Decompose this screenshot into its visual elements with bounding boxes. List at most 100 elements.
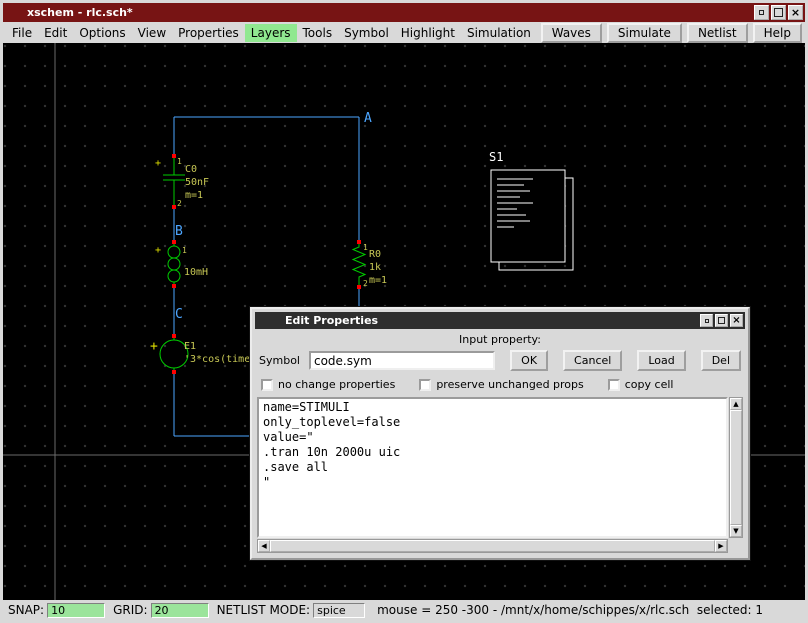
menu-tools[interactable]: Tools — [297, 24, 339, 42]
checkbox-row: no change properties preserve unchanged … — [255, 373, 745, 395]
arrow-right-icon: ▶ — [718, 543, 723, 550]
resistor-pin1: 1 — [363, 243, 368, 252]
node-label-c[interactable]: C — [175, 307, 183, 322]
menu-action-buttons: Waves Simulate Netlist Help — [541, 23, 802, 43]
arrow-up-icon: ▲ — [733, 401, 738, 408]
property-editor: name=STIMULI only_toplevel=false value="… — [255, 395, 745, 555]
close-icon: × — [791, 7, 800, 18]
menu-file[interactable]: File — [6, 24, 38, 42]
resistor-symbol[interactable]: 1 2 R0 1k m=1 — [353, 242, 387, 288]
code-block-name: S1 — [489, 150, 503, 164]
capacitor-pin1: 1 — [177, 157, 182, 166]
capacitor-mult: m=1 — [185, 190, 203, 201]
waves-button[interactable]: Waves — [541, 23, 602, 43]
scroll-up-button[interactable]: ▲ — [730, 398, 742, 410]
maximize-icon — [774, 8, 783, 17]
vertical-scrollbar[interactable]: ▲ ▼ — [729, 397, 743, 538]
preserve-unchanged-props-label: preserve unchanged props — [436, 378, 583, 391]
dialog-minimize-button[interactable] — [700, 314, 713, 327]
titlebar[interactable]: xschem - rlc.sch* × — [3, 3, 805, 22]
menu-properties[interactable]: Properties — [172, 24, 245, 42]
window-controls: × — [754, 5, 803, 20]
scroll-left-button[interactable]: ◀ — [258, 540, 270, 552]
netlist-mode-input[interactable] — [313, 603, 365, 618]
capacitor-plus-mark: + — [155, 158, 161, 169]
maximize-icon — [718, 317, 725, 324]
menu-simulation[interactable]: Simulation — [461, 24, 537, 42]
netlist-mode-label: NETLIST MODE: — [217, 603, 311, 617]
capacitor-value: 50nF — [185, 177, 209, 188]
maximize-button[interactable] — [771, 5, 786, 20]
no-change-properties-label: no change properties — [278, 378, 395, 391]
resistor-value: 1k — [369, 262, 381, 273]
arrow-down-icon: ▼ — [733, 528, 738, 535]
snap-label: SNAP: — [8, 603, 44, 617]
capacitor-name: C0 — [185, 164, 197, 175]
resistor-mult: m=1 — [369, 275, 387, 286]
resistor-pin2: 2 — [363, 279, 368, 288]
capacitor-pin2: 2 — [177, 199, 182, 208]
symbol-row: Symbol OK Cancel Load Del — [255, 348, 745, 373]
input-property-label: Input property: — [255, 329, 745, 348]
source-name: E1 — [184, 341, 196, 352]
no-change-properties-checkbox[interactable] — [261, 379, 273, 391]
menu-highlight[interactable]: Highlight — [395, 24, 461, 42]
copy-cell-label: copy cell — [625, 378, 674, 391]
menu-layers[interactable]: Layers — [245, 24, 297, 42]
inductor-symbol[interactable]: + 1 10mH — [155, 242, 208, 286]
copy-cell-checkbox[interactable] — [608, 379, 620, 391]
symbol-input[interactable] — [309, 351, 495, 370]
scroll-down-button[interactable]: ▼ — [730, 525, 742, 537]
code-block-symbol[interactable]: S1 — [489, 150, 573, 270]
cancel-button[interactable]: Cancel — [563, 350, 622, 371]
arrow-left-icon: ◀ — [261, 543, 266, 550]
minimize-icon — [705, 319, 709, 323]
dialog-maximize-button[interactable] — [715, 314, 728, 327]
simulate-button[interactable]: Simulate — [607, 23, 682, 43]
grid-input[interactable] — [151, 603, 209, 618]
menubar: File Edit Options View Properties Layers… — [3, 22, 805, 43]
dialog-titlebar[interactable]: Edit Properties × — [255, 312, 745, 329]
statusbar: SNAP: GRID: NETLIST MODE: mouse = 250 -3… — [3, 600, 805, 620]
preserve-unchanged-props-option: preserve unchanged props — [419, 378, 583, 391]
load-button[interactable]: Load — [637, 350, 685, 371]
scroll-right-button[interactable]: ▶ — [715, 540, 727, 552]
edit-properties-dialog: Edit Properties × Input property: Symbol… — [250, 307, 750, 560]
resistor-name: R0 — [369, 249, 381, 260]
menu-options[interactable]: Options — [73, 24, 131, 42]
snap-input[interactable] — [47, 603, 105, 618]
menu-symbol[interactable]: Symbol — [338, 24, 395, 42]
node-label-a[interactable]: A — [364, 111, 372, 126]
schematic-canvas[interactable]: A B C + 1 2 C0 50nF m=1 + 1 10mH — [3, 43, 805, 600]
close-button[interactable]: × — [788, 5, 803, 20]
capacitor-symbol[interactable]: + 1 2 C0 50nF m=1 — [155, 156, 209, 208]
ok-button[interactable]: OK — [510, 350, 548, 371]
scrollbar-corner — [728, 539, 743, 553]
dialog-close-button[interactable]: × — [730, 314, 743, 327]
minimize-icon — [759, 10, 764, 15]
del-button[interactable]: Del — [701, 350, 741, 371]
inductor-value: 10mH — [184, 267, 208, 278]
symbol-label: Symbol — [259, 354, 300, 367]
no-change-properties-option: no change properties — [261, 378, 395, 391]
status-info: mouse = 250 -300 - /mnt/x/home/schippes/… — [377, 603, 763, 617]
horizontal-scrollbar[interactable]: ◀ ▶ — [257, 539, 728, 553]
menu-edit[interactable]: Edit — [38, 24, 73, 42]
horizontal-scroll-thumb[interactable] — [270, 540, 715, 552]
minimize-button[interactable] — [754, 5, 769, 20]
close-icon: × — [732, 316, 740, 326]
grid-label: GRID: — [113, 603, 147, 617]
netlist-button[interactable]: Netlist — [687, 23, 748, 43]
xschem-window: xschem - rlc.sch* × File Edit Options Vi… — [0, 0, 808, 623]
dialog-window-controls: × — [700, 314, 743, 327]
vertical-scroll-thumb[interactable] — [730, 410, 742, 525]
window-title: xschem - rlc.sch* — [27, 6, 133, 19]
help-button[interactable]: Help — [753, 23, 802, 43]
property-textarea[interactable]: name=STIMULI only_toplevel=false value="… — [257, 397, 728, 538]
menu-view[interactable]: View — [132, 24, 172, 42]
inductor-pin1: 1 — [182, 246, 187, 255]
copy-cell-option: copy cell — [608, 378, 674, 391]
preserve-unchanged-props-checkbox[interactable] — [419, 379, 431, 391]
node-label-b[interactable]: B — [175, 224, 183, 239]
source-plus-mark: + — [150, 339, 158, 354]
